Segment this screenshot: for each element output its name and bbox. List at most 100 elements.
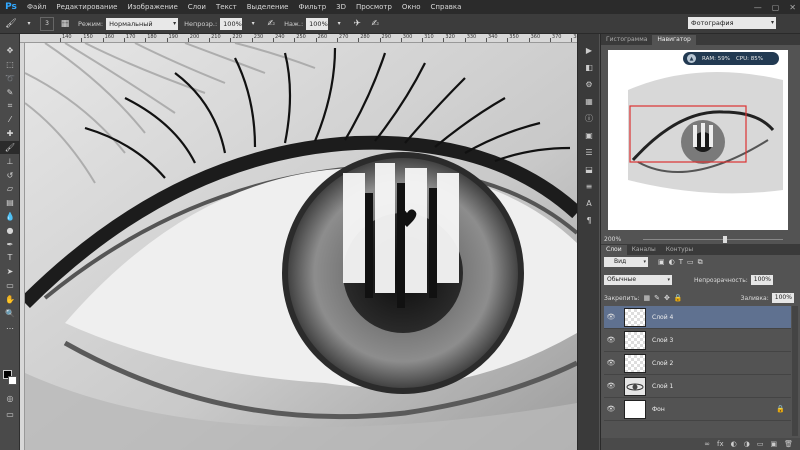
tablet-size-icon[interactable]: ✍	[368, 17, 382, 31]
stamp-tool-icon[interactable]: ⊥	[0, 154, 20, 168]
lock-position-icon[interactable]: ✥	[664, 294, 670, 302]
visibility-eye-icon[interactable]: 👁	[604, 313, 618, 321]
navigator-zoom-value[interactable]: 200%	[604, 236, 621, 243]
filter-text-icon[interactable]: T	[679, 258, 683, 266]
menu-help[interactable]: Справка	[426, 0, 467, 14]
type-tool-icon[interactable]: T	[0, 251, 20, 265]
crop-tool-icon[interactable]: ⌗	[0, 99, 20, 113]
brush-panel-icon[interactable]: ▦	[58, 17, 72, 31]
eyedropper-tool-icon[interactable]: ⁄	[0, 113, 20, 127]
settings-icon[interactable]: ⚙	[578, 76, 600, 93]
filter-smart-icon[interactable]: ⧉	[698, 258, 703, 267]
zoom-slider-handle[interactable]	[723, 236, 727, 243]
lock-all-icon[interactable]: 🔒	[674, 294, 683, 302]
fill-input[interactable]: 100%	[771, 293, 794, 303]
navigator-preview[interactable]	[608, 50, 788, 230]
lasso-tool-icon[interactable]: ➰	[0, 72, 20, 86]
visibility-eye-icon[interactable]: 👁	[604, 359, 618, 367]
menu-edit[interactable]: Редактирование	[51, 0, 122, 14]
layer-thumbnail[interactable]	[624, 330, 646, 350]
character-icon[interactable]: A	[578, 195, 600, 212]
hand-tool-icon[interactable]: ✋	[0, 292, 20, 306]
play-icon[interactable]: ▶	[578, 42, 600, 59]
menu-text[interactable]: Текст	[211, 0, 242, 14]
layer-thumbnail[interactable]	[624, 307, 646, 327]
document-canvas[interactable]	[25, 43, 577, 450]
link-layers-icon[interactable]: ∞	[704, 440, 710, 448]
menu-filter[interactable]: Фильтр	[293, 0, 331, 14]
layer-style-icon[interactable]: fx	[717, 440, 724, 448]
tab-navigator[interactable]: Навигатор	[652, 35, 696, 45]
styles-icon[interactable]: ⬓	[578, 161, 600, 178]
menu-select[interactable]: Выделение	[242, 0, 294, 14]
filter-shape-icon[interactable]: ▭	[687, 258, 694, 266]
layer-row[interactable]: 👁 Слой 2	[604, 352, 791, 375]
new-group-icon[interactable]: ▭	[757, 440, 764, 448]
history-icon[interactable]: ◧	[578, 59, 600, 76]
eraser-tool-icon[interactable]: ▱	[0, 182, 20, 196]
menu-file[interactable]: Файл	[22, 0, 51, 14]
mode-select[interactable]: Нормальный	[106, 17, 179, 30]
layer-opacity-input[interactable]: 100%	[750, 275, 773, 285]
workspace-select[interactable]: Фотография	[688, 17, 776, 29]
layers-scrollbar[interactable]	[792, 306, 798, 436]
history-brush-tool-icon[interactable]: ↺	[0, 168, 20, 182]
visibility-eye-icon[interactable]: 👁	[604, 405, 618, 413]
blend-mode-select[interactable]: Обычные	[604, 275, 672, 285]
new-layer-icon[interactable]: ▣	[770, 440, 777, 448]
pen-tool-icon[interactable]: ✒	[0, 237, 20, 251]
background-color-swatch[interactable]	[8, 376, 17, 385]
layer-thumbnail[interactable]	[624, 353, 646, 373]
menu-layers[interactable]: Слои	[183, 0, 211, 14]
healing-tool-icon[interactable]: ✚	[0, 127, 20, 141]
toolbar-grip[interactable]	[0, 34, 19, 44]
adjustment-layer-icon[interactable]: ◑	[744, 440, 750, 448]
paragraph-styles-icon[interactable]: ≡	[578, 178, 600, 195]
quick-mask-icon[interactable]: ◎	[0, 392, 20, 406]
pressure-input[interactable]: 100%	[306, 17, 329, 30]
screen-mode-icon[interactable]: ▭	[0, 408, 20, 422]
add-mask-icon[interactable]: ◐	[731, 440, 737, 448]
shape-tool-icon[interactable]: ▭	[0, 279, 20, 293]
path-select-tool-icon[interactable]: ➤	[0, 265, 20, 279]
info-icon[interactable]: ⓘ	[578, 110, 600, 127]
visibility-eye-icon[interactable]: 👁	[604, 382, 618, 390]
lock-transparent-icon[interactable]: ▦	[644, 294, 651, 302]
filter-image-icon[interactable]: ▣	[658, 258, 665, 266]
layer-row[interactable]: 👁 Фон 🔒	[604, 398, 791, 421]
layer-thumbnail[interactable]	[624, 376, 646, 396]
opacity-dropdown-icon[interactable]: ▾	[246, 17, 260, 31]
close-icon[interactable]: ✕	[789, 3, 796, 12]
layer-row[interactable]: 👁 Слой 3	[604, 329, 791, 352]
menu-3d[interactable]: 3D	[331, 0, 351, 14]
menu-image[interactable]: Изображение	[122, 0, 182, 14]
opacity-input[interactable]: 100%	[220, 17, 243, 30]
tablet-opacity-icon[interactable]: ✍	[264, 17, 278, 31]
layer-row[interactable]: 👁 Слой 1	[604, 375, 791, 398]
airbrush-icon[interactable]: ✈	[350, 17, 364, 31]
chevron-down-icon[interactable]: ▾	[22, 17, 36, 31]
visibility-eye-icon[interactable]: 👁	[604, 336, 618, 344]
swatches-icon[interactable]: ▦	[578, 93, 600, 110]
maximize-icon[interactable]: ▢	[772, 3, 780, 12]
marquee-tool-icon[interactable]: ⬚	[0, 58, 20, 72]
more-tools-icon[interactable]: …	[0, 320, 20, 334]
layer-filter-select[interactable]: Вид	[604, 257, 648, 267]
dodge-tool-icon[interactable]: ●	[0, 223, 20, 237]
paragraph-icon[interactable]: ¶	[578, 212, 600, 229]
layer-thumbnail[interactable]	[624, 399, 646, 419]
adjustments-icon[interactable]: ☰	[578, 144, 600, 161]
menu-window[interactable]: Окно	[397, 0, 426, 14]
tab-histogram[interactable]: Гистограмма	[601, 35, 652, 45]
filter-adjust-icon[interactable]: ◐	[669, 258, 675, 266]
brush-tool-icon[interactable]: 🖌	[0, 140, 20, 155]
navigator-zoom-slider[interactable]	[643, 236, 783, 243]
minimize-icon[interactable]: —	[754, 3, 762, 12]
delete-layer-icon[interactable]: 🗑	[784, 440, 793, 448]
pressure-dropdown-icon[interactable]: ▾	[332, 17, 346, 31]
gradient-tool-icon[interactable]: ▤	[0, 196, 20, 210]
tab-paths[interactable]: Контуры	[661, 245, 698, 255]
layer-row[interactable]: 👁 Слой 4	[604, 306, 791, 329]
properties-icon[interactable]: ▣	[578, 127, 600, 144]
blur-tool-icon[interactable]: 💧	[0, 210, 20, 224]
